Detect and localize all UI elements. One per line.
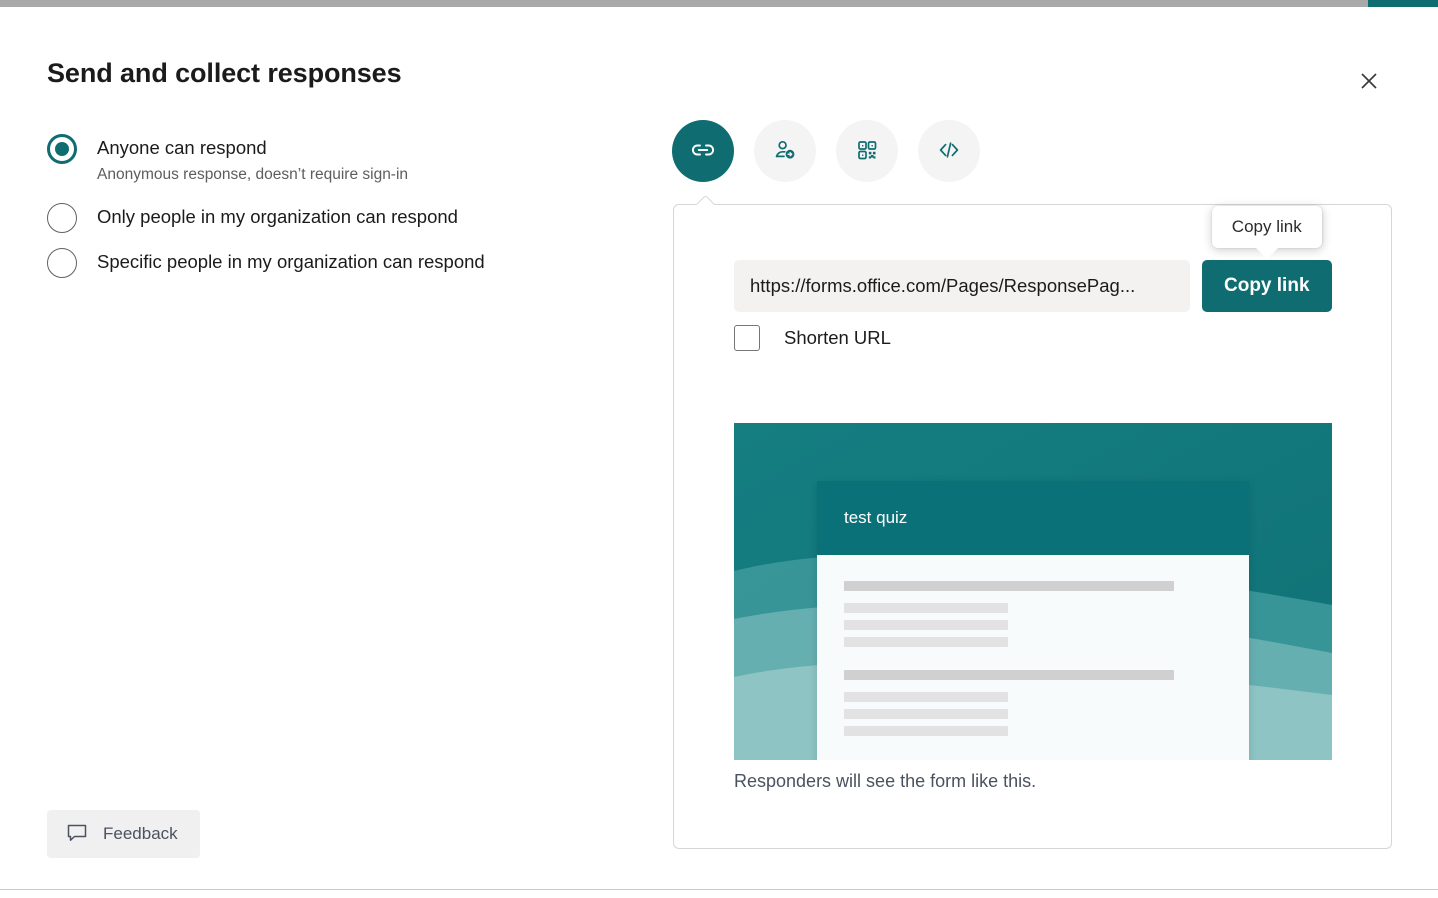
copy-link-button[interactable]: Copy link Copy link: [1202, 260, 1332, 312]
share-url-row: Copy link Copy link: [734, 260, 1332, 312]
send-collect-responses-dialog: Send and collect responses Anyone can re…: [0, 8, 1438, 890]
qr-code-icon: [853, 136, 881, 167]
share-tab-embed-code[interactable]: [918, 120, 980, 182]
placeholder-bar: [844, 581, 1174, 591]
audience-option-label: Specific people in my organization can r…: [97, 247, 485, 277]
share-tab-qr-code[interactable]: [836, 120, 898, 182]
close-icon: [1358, 70, 1380, 95]
placeholder-bar: [844, 709, 1008, 719]
shorten-url-checkbox[interactable]: [734, 325, 760, 351]
embed-code-icon: [935, 136, 963, 167]
feedback-label: Feedback: [103, 824, 178, 844]
radio-organization[interactable]: [47, 203, 77, 233]
share-method-tabs: [672, 120, 980, 182]
close-button[interactable]: [1345, 58, 1393, 106]
link-icon: [689, 136, 717, 167]
form-preview-question-block: [844, 670, 1222, 736]
audience-option-label: Only people in my organization can respo…: [97, 202, 458, 232]
form-preview: test quiz: [734, 423, 1332, 760]
placeholder-bar: [844, 603, 1008, 613]
form-preview-header: test quiz: [817, 481, 1249, 555]
placeholder-bar: [844, 670, 1174, 680]
copy-link-button-label: Copy link: [1224, 275, 1310, 296]
form-preview-caption: Responders will see the form like this.: [734, 771, 1036, 792]
placeholder-bar: [844, 620, 1008, 630]
copy-link-tooltip: Copy link: [1212, 206, 1322, 248]
share-url-input[interactable]: [734, 260, 1190, 312]
browser-top-strip-accent: [1368, 0, 1438, 7]
panel-pointer: [697, 196, 715, 205]
form-preview-title: test quiz: [844, 508, 907, 528]
form-preview-body: [817, 555, 1249, 736]
page-title: Send and collect responses: [47, 58, 402, 89]
audience-option-organization[interactable]: Only people in my organization can respo…: [47, 202, 607, 233]
placeholder-bar: [844, 726, 1008, 736]
form-preview-card: test quiz: [817, 481, 1249, 760]
placeholder-bar: [844, 692, 1008, 702]
option-text: Only people in my organization can respo…: [97, 202, 458, 232]
audience-option-label: Anyone can respond: [97, 133, 408, 163]
audience-option-specific-people[interactable]: Specific people in my organization can r…: [47, 247, 607, 278]
shorten-url-label: Shorten URL: [784, 327, 891, 349]
share-tab-invite-people[interactable]: [754, 120, 816, 182]
invite-person-icon: [771, 136, 799, 167]
browser-top-strip: [0, 0, 1438, 7]
audience-option-anyone[interactable]: Anyone can respond Anonymous response, d…: [47, 133, 607, 186]
option-text: Specific people in my organization can r…: [97, 247, 485, 277]
audience-options: Anyone can respond Anonymous response, d…: [47, 133, 607, 294]
share-link-panel: Copy link Copy link Shorten URL: [673, 204, 1392, 849]
form-preview-question-block: [844, 581, 1222, 647]
radio-specific-people[interactable]: [47, 248, 77, 278]
comment-icon: [65, 821, 89, 848]
audience-option-sublabel: Anonymous response, doesn’t require sign…: [97, 164, 408, 186]
shorten-url-row[interactable]: Shorten URL: [734, 325, 891, 351]
option-text: Anyone can respond Anonymous response, d…: [97, 133, 408, 186]
placeholder-bar: [844, 637, 1008, 647]
feedback-button[interactable]: Feedback: [47, 810, 200, 858]
share-tab-link[interactable]: [672, 120, 734, 182]
radio-anyone[interactable]: [47, 134, 77, 164]
